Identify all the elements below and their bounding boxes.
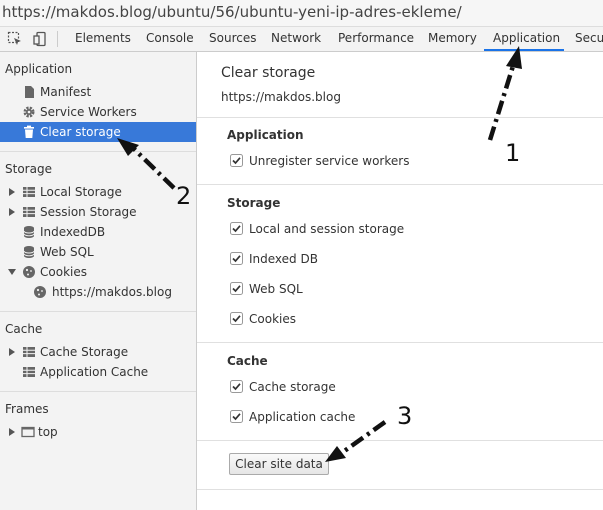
annotation-label-3: 3 — [397, 402, 413, 430]
annotation-label-1: 1 — [505, 139, 521, 167]
arrow-2-line — [129, 144, 176, 190]
arrow-1-line — [487, 65, 516, 141]
annotation-label-2: 2 — [176, 182, 192, 210]
arrow-3-line — [341, 420, 387, 454]
arrow-1-head — [506, 46, 522, 69]
arrow-3-head — [325, 446, 346, 462]
annotation-arrows — [117, 46, 522, 462]
arrow-2-head — [117, 138, 139, 156]
